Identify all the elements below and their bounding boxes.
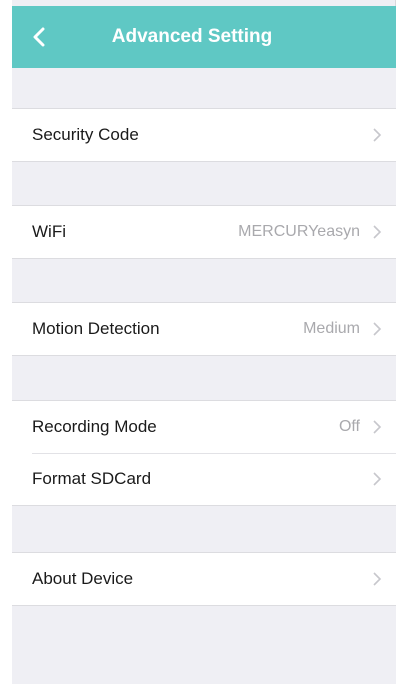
chevron-right-icon — [373, 472, 382, 486]
group-motion: Motion Detection Medium — [12, 302, 396, 356]
chevron-right-icon — [373, 420, 382, 434]
row-motion-detection[interactable]: Motion Detection Medium — [12, 303, 396, 355]
group-wifi: WiFi MERCURYeasyn — [12, 205, 396, 259]
row-label: WiFi — [32, 222, 66, 241]
settings-list: Security Code WiFi MERCURYeasyn Motion D… — [12, 68, 396, 684]
chevron-right-icon — [373, 225, 382, 239]
row-label: Format SDCard — [32, 469, 152, 488]
row-wifi[interactable]: WiFi MERCURYeasyn — [12, 206, 396, 258]
chevron-right-icon — [373, 322, 382, 336]
screen: Advanced Setting Security Code WiFi MERC… — [0, 0, 396, 684]
row-label: Recording Mode — [32, 417, 157, 436]
left-edge — [0, 0, 12, 684]
row-value: Off — [338, 418, 360, 435]
row-recording-mode[interactable]: Recording Mode Off — [12, 401, 396, 453]
row-format-sdcard[interactable]: Format SDCard — [12, 453, 396, 505]
row-label: Security Code — [32, 125, 139, 144]
group-security: Security Code — [12, 108, 396, 162]
row-label: Motion Detection — [32, 319, 160, 338]
row-security-code[interactable]: Security Code — [12, 109, 396, 161]
row-label: About Device — [32, 569, 134, 588]
chevron-right-icon — [373, 572, 382, 586]
group-about: About Device — [12, 552, 396, 606]
nav-bar: Advanced Setting — [12, 6, 396, 68]
chevron-right-icon — [373, 128, 382, 142]
row-about-device[interactable]: About Device — [12, 553, 396, 605]
page-title: Advanced Setting — [111, 26, 273, 47]
group-recording: Recording Mode Off Format SDCard — [12, 400, 396, 506]
row-value: Medium — [303, 320, 360, 337]
row-value: MERCURYeasyn — [238, 223, 360, 240]
